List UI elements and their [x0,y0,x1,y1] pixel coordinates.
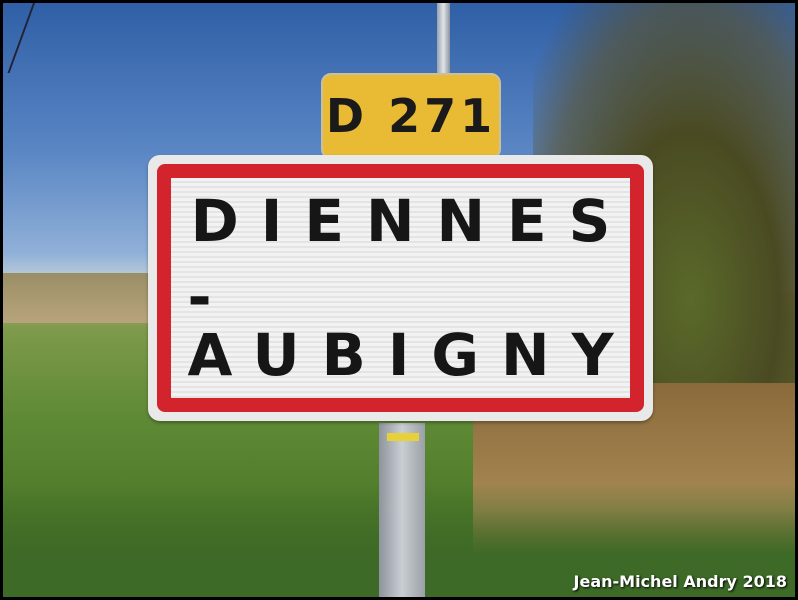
town-name-line1: DIENNES [190,187,633,255]
sign-post [379,423,425,597]
distant-field [3,273,153,323]
town-entry-sign: DIENNES -AUBIGNY [148,155,653,421]
photo-credit: Jean-Michel Andry 2018 [573,572,787,591]
post-reflector [387,433,419,441]
town-sign-border: DIENNES -AUBIGNY [157,164,644,412]
town-name-line2: -AUBIGNY [187,263,636,389]
route-sign: D 271 [321,73,501,159]
power-wire [3,3,35,73]
photo-scene: D 271 DIENNES -AUBIGNY Jean-Michel Andry… [3,3,795,597]
